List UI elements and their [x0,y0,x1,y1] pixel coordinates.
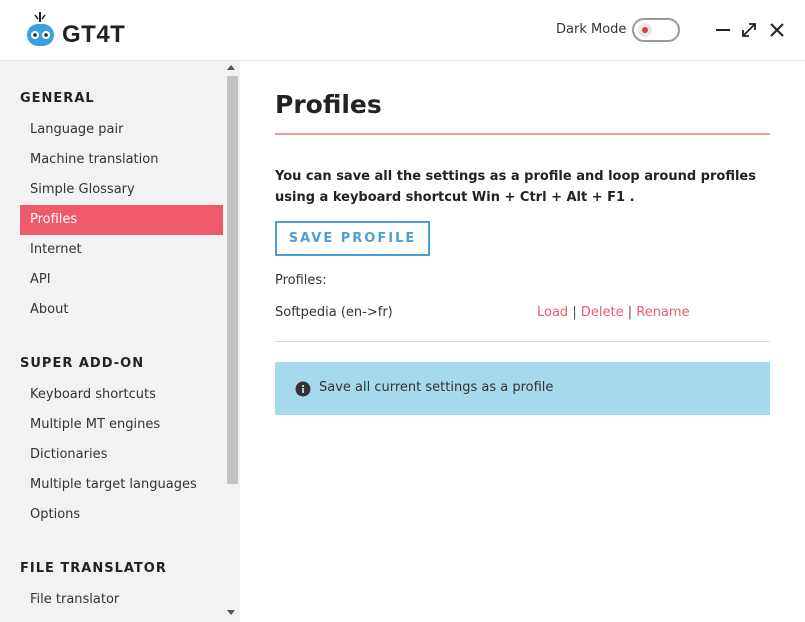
profile-delete-link[interactable]: Delete [581,305,624,320]
info-text: Save all current settings as a profile [319,380,554,395]
title-divider [275,133,770,135]
sidebar-item-machine-translation[interactable]: Machine translation [20,145,223,175]
action-separator: | [627,305,633,320]
profile-actions: Load | Delete | Rename [537,305,690,320]
app-header: GT4T Dark Mode [0,0,805,61]
app-name: GT4T [62,21,126,48]
scroll-up-arrow-icon[interactable] [227,65,235,70]
sidebar-item-dictionaries[interactable]: Dictionaries [20,440,223,470]
toggle-knob [638,23,652,37]
profile-rename-link[interactable]: Rename [636,305,689,320]
sidebar-item-profiles[interactable]: Profiles [20,205,223,235]
sidebar-item-language-pair[interactable]: Language pair [20,115,223,145]
profiles-description: You can save all the settings as a profi… [275,169,756,205]
info-notice: Save all current settings as a profile [275,362,770,415]
profile-load-link[interactable]: Load [537,305,568,320]
sidebar-item-internet[interactable]: Internet [20,235,223,265]
info-icon [295,381,311,397]
section-title-general: GENERAL [20,91,95,106]
sidebar-item-simple-glossary[interactable]: Simple Glossary [20,175,223,205]
sidebar-item-multiple-mt-engines[interactable]: Multiple MT engines [20,410,223,440]
scroll-down-arrow-icon[interactable] [227,610,235,615]
sidebar-item-api[interactable]: API [20,265,223,295]
dark-mode-toggle[interactable] [632,18,680,42]
sidebar-item-file-translator[interactable]: File translator [20,585,223,615]
save-profile-button[interactable]: SAVE PROFILE [275,221,430,256]
page-title: Profiles [275,90,382,119]
profiles-divider [275,341,770,342]
sidebar-item-multiple-target-languages[interactable]: Multiple target languages [20,470,223,500]
scrollbar-thumb[interactable] [227,76,238,484]
close-icon[interactable] [767,20,787,40]
dark-mode-label: Dark Mode [556,22,627,37]
section-title-file-translator: FILE TRANSLATOR [20,561,167,576]
sidebar-item-options[interactable]: Options [20,500,223,530]
maximize-icon[interactable] [739,20,759,40]
profile-name: Softpedia (en->fr) [275,305,393,320]
profiles-label: Profiles: [275,273,327,288]
action-separator: | [572,305,577,320]
section-title-super-add-on: SUPER ADD-ON [20,356,145,371]
sidebar-item-keyboard-shortcuts[interactable]: Keyboard shortcuts [20,380,223,410]
minimize-icon[interactable] [713,20,733,40]
sidebar: GENERAL Language pair Machine translatio… [0,61,240,622]
sidebar-item-about[interactable]: About [20,295,223,325]
